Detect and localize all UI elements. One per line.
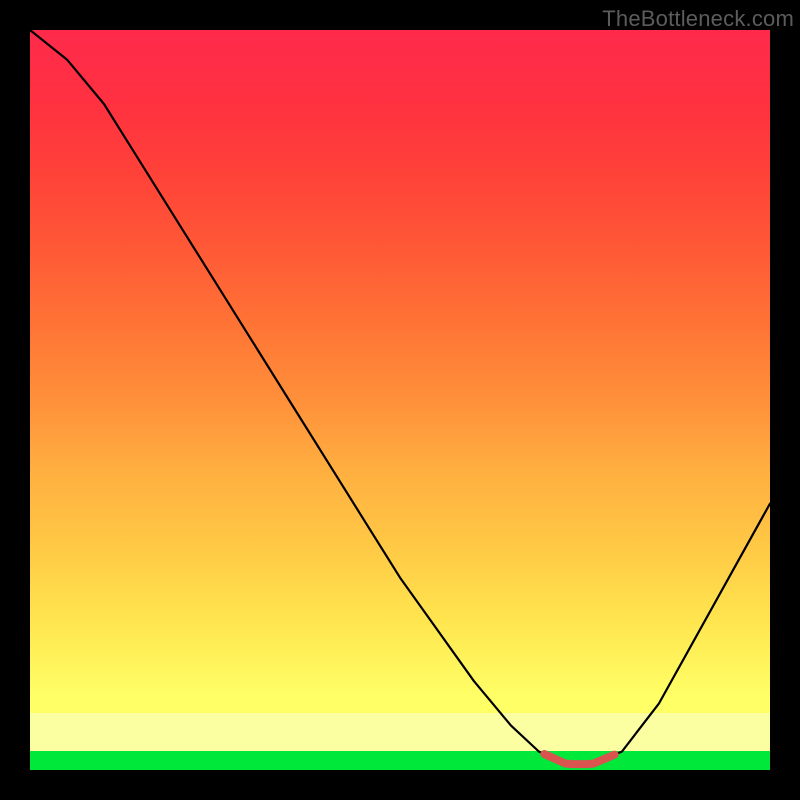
watermark-text: TheBottleneck.com xyxy=(602,6,794,32)
plot-area xyxy=(30,30,770,770)
curve-path xyxy=(30,30,770,764)
chart-container: TheBottleneck.com xyxy=(0,0,800,800)
curve-highlight xyxy=(544,754,614,764)
bottleneck-curve xyxy=(30,30,770,770)
